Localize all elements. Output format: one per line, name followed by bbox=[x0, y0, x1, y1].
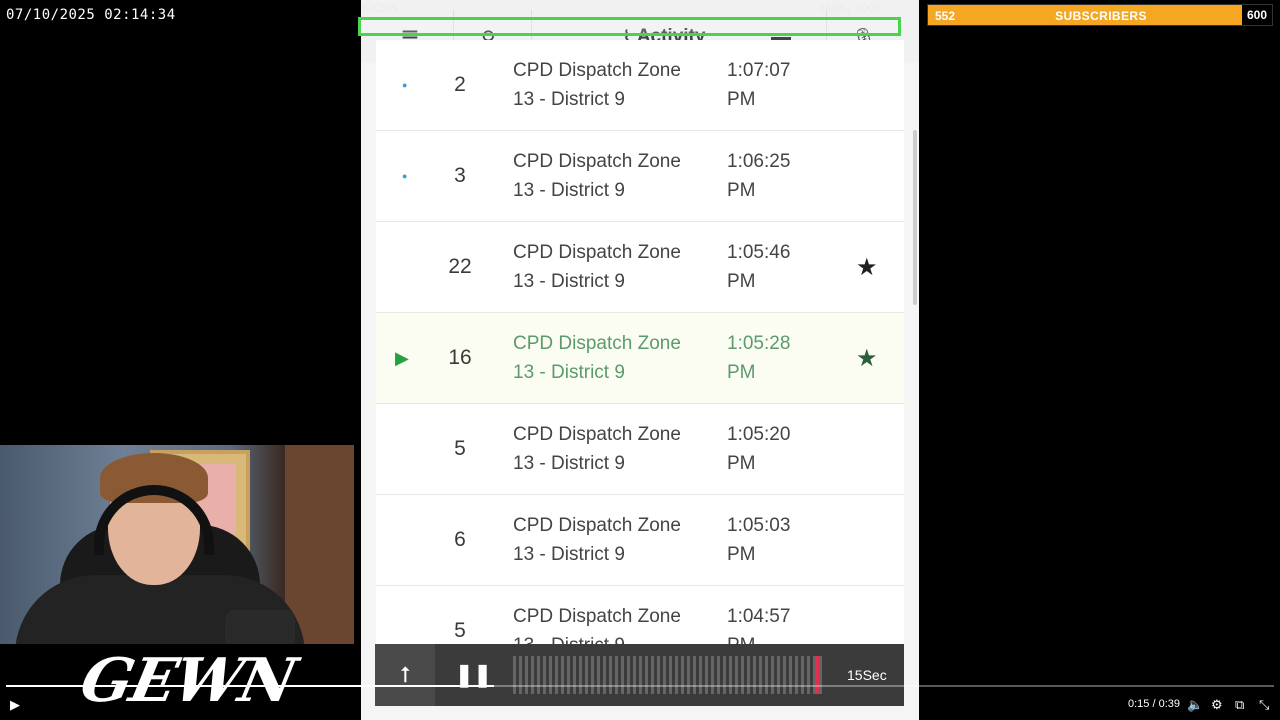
call-time-clock: 1:04:57 bbox=[727, 606, 791, 627]
audio-scrubber: ⭡ ❚❚ 15Sec bbox=[375, 644, 904, 706]
call-time-clock: 1:07:07 bbox=[727, 60, 791, 81]
audio-waveform[interactable] bbox=[513, 656, 823, 694]
call-count: 22 bbox=[448, 255, 472, 278]
call-time-clock: 1:05:28 bbox=[727, 333, 791, 354]
call-row[interactable]: 22 CPD Dispatch Zone 13 - District 9 1:05:4… bbox=[376, 222, 904, 313]
call-time: 1:05:03 PM bbox=[727, 511, 827, 569]
call-channel: CPD Dispatch Zone 13 - District 9 bbox=[513, 420, 713, 478]
scroll-up-button[interactable]: ⭡ bbox=[375, 644, 435, 706]
scrollbar[interactable] bbox=[913, 130, 917, 305]
call-row[interactable]: 5 CPD Dispatch Zone 13 - District 9 1:05:20… bbox=[376, 404, 904, 495]
subscriber-goal-label: SUBSCRIBERS bbox=[1055, 9, 1147, 23]
play-icon[interactable]: ▶ bbox=[10, 697, 20, 713]
call-time-meridiem: PM bbox=[727, 180, 756, 201]
call-time: 1:06:25 PM bbox=[727, 147, 827, 205]
call-channel-line1: CPD Dispatch Zone bbox=[513, 151, 681, 172]
call-channel-line2: 13 - District 9 bbox=[513, 89, 625, 110]
call-channel: CPD Dispatch Zone 13 - District 9 bbox=[513, 329, 713, 387]
video-progress-bar[interactable] bbox=[6, 685, 1274, 687]
call-channel-line1: CPD Dispatch Zone bbox=[513, 515, 681, 536]
webcam-door bbox=[285, 445, 354, 644]
phone-screen: ☰ ⚲ ⌇ Activity ▬ 🎙 ● 2 CPD Dispatch Zone 13 … bbox=[361, 0, 919, 720]
call-channel-line1: CPD Dispatch Zone bbox=[513, 60, 681, 81]
call-channel: CPD Dispatch Zone 13 - District 9 bbox=[513, 511, 713, 569]
call-row[interactable]: ● 3 CPD Dispatch Zone 13 - District 9 1:06:2… bbox=[376, 131, 904, 222]
call-channel-line2: 13 - District 9 bbox=[513, 271, 625, 292]
video-progress-fill bbox=[6, 685, 495, 687]
overlay-timestamp: 07/10/2025 02:14:34 bbox=[6, 7, 176, 23]
call-time-meridiem: PM bbox=[727, 362, 756, 383]
call-channel-line1: CPD Dispatch Zone bbox=[513, 606, 681, 627]
subscriber-goal-bar: SUBSCRIBERS 552 600 bbox=[927, 4, 1273, 26]
kicks-progress-bar bbox=[358, 17, 901, 36]
call-channel: CPD Dispatch Zone 13 - District 9 bbox=[513, 147, 713, 205]
subscriber-goal-target: 600 bbox=[1242, 5, 1272, 25]
call-count: 16 bbox=[448, 346, 472, 369]
call-time-clock: 1:06:25 bbox=[727, 151, 791, 172]
star-icon[interactable]: ★ bbox=[856, 313, 878, 403]
call-list: ● 2 CPD Dispatch Zone 13 - District 9 1:07:0… bbox=[376, 40, 904, 677]
call-time: 1:05:28 PM bbox=[727, 329, 827, 387]
call-row[interactable]: ▶ 16 CPD Dispatch Zone 13 - District 9 1:05:… bbox=[376, 313, 904, 404]
call-row[interactable]: 6 CPD Dispatch Zone 13 - District 9 1:05:03… bbox=[376, 495, 904, 586]
call-time: 1:05:46 PM bbox=[727, 238, 827, 296]
call-channel: CPD Dispatch Zone 13 - District 9 bbox=[513, 56, 713, 114]
stream-stage: 07/10/2025 02:14:34 ☰ ⚲ ⌇ Activity ▬ 🎙 ● 2… bbox=[0, 0, 1280, 720]
subscriber-current-count: 552 bbox=[935, 9, 956, 23]
call-time-meridiem: PM bbox=[727, 544, 756, 565]
call-time-clock: 1:05:46 bbox=[727, 242, 791, 263]
call-channel-line2: 13 - District 9 bbox=[513, 362, 625, 383]
call-channel-line1: CPD Dispatch Zone bbox=[513, 242, 681, 263]
skip-15-seconds-button[interactable]: 15Sec bbox=[847, 667, 887, 683]
webcam-feed bbox=[0, 445, 354, 644]
call-time-clock: 1:05:03 bbox=[727, 515, 791, 536]
kicks-label: KICKS bbox=[362, 1, 399, 15]
call-channel-line2: 13 - District 9 bbox=[513, 544, 625, 565]
call-time: 1:05:20 PM bbox=[727, 420, 827, 478]
channel-logo: GEWN bbox=[74, 646, 301, 716]
webcam-microphone bbox=[225, 610, 295, 644]
video-time: 0:15 / 0:39 bbox=[1128, 698, 1180, 710]
call-time-meridiem: PM bbox=[727, 453, 756, 474]
call-time: 1:07:07 PM bbox=[727, 56, 827, 114]
settings-gear-icon[interactable]: ⚙ bbox=[1211, 697, 1223, 713]
kicks-count: 8866 / 1000 bbox=[818, 1, 882, 15]
call-time-meridiem: PM bbox=[727, 89, 756, 110]
call-row[interactable]: ● 2 CPD Dispatch Zone 13 - District 9 1:07:0… bbox=[376, 40, 904, 131]
miniplayer-icon[interactable]: ⧉ bbox=[1235, 697, 1244, 713]
unread-dot-icon: ● bbox=[402, 80, 408, 90]
call-count: 3 bbox=[454, 164, 466, 187]
now-playing-icon[interactable]: ▶ bbox=[395, 313, 409, 403]
call-count: 5 bbox=[454, 437, 466, 460]
call-time-meridiem: PM bbox=[727, 271, 756, 292]
call-channel: CPD Dispatch Zone 13 - District 9 bbox=[513, 238, 713, 296]
call-channel-line2: 13 - District 9 bbox=[513, 453, 625, 474]
exit-fullscreen-icon[interactable]: ⤡ bbox=[1259, 697, 1269, 713]
star-icon[interactable]: ★ bbox=[856, 222, 878, 312]
call-count: 2 bbox=[454, 73, 466, 96]
call-channel-line2: 13 - District 9 bbox=[513, 180, 625, 201]
call-time-clock: 1:05:20 bbox=[727, 424, 791, 445]
call-channel-line1: CPD Dispatch Zone bbox=[513, 333, 681, 354]
waveform-playhead[interactable] bbox=[815, 656, 819, 694]
unread-dot-icon: ● bbox=[402, 171, 408, 181]
call-count: 6 bbox=[454, 528, 466, 551]
call-channel-line1: CPD Dispatch Zone bbox=[513, 424, 681, 445]
volume-icon[interactable]: 🔈 bbox=[1187, 697, 1203, 713]
